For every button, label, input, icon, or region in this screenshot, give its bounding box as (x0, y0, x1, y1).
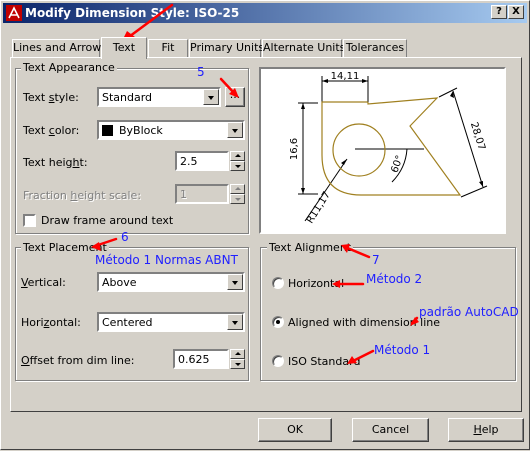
tab-lines-and-arrows[interactable]: Lines and Arrows (12, 39, 107, 57)
text-style-label: Text style: (23, 91, 79, 104)
tab-text[interactable]: Text (101, 37, 147, 59)
chevron-down-icon (227, 122, 243, 138)
text-appearance-title: Text Appearance (21, 61, 117, 74)
annotation-metodo2: Método 2 (366, 272, 423, 286)
preview-drawing: 14,11 16,6 28,07 60° R11,17 (289, 71, 488, 226)
text-color-label: Text color: (23, 124, 80, 137)
radio-aligned-label: Aligned with dimension line (288, 316, 441, 329)
text-color-dropdown[interactable]: ByBlock (97, 120, 245, 140)
chevron-down-icon (227, 274, 243, 290)
radio-horizontal-label: Horizontal (288, 277, 345, 290)
dim-left-text: 16,6 (289, 138, 300, 160)
tab-fit[interactable]: Fit (148, 39, 188, 57)
draw-frame-checkbox[interactable] (23, 214, 36, 227)
radio-iso-label: ISO Standard (288, 355, 361, 368)
autocad-app-icon (6, 5, 22, 21)
annotation-5: 5 (197, 65, 205, 79)
offset-spinner[interactable]: 0.625 (173, 349, 245, 369)
text-style-browse-button[interactable]: ... (225, 87, 245, 107)
annotation-metodo1: Método 1 (374, 343, 431, 357)
color-swatch (102, 125, 113, 136)
spin-down-icon[interactable] (230, 359, 245, 369)
spin-up-icon (230, 184, 245, 194)
radio-selected-dot (276, 320, 280, 324)
text-style-dropdown[interactable]: Standard (97, 87, 221, 107)
chevron-down-icon (227, 314, 243, 330)
spin-down-icon (230, 194, 245, 204)
vertical-label: Vertical: (21, 276, 66, 289)
annotation-6: 6 (121, 230, 129, 244)
chevron-down-icon (203, 89, 219, 105)
cancel-button[interactable]: Cancel (352, 418, 429, 442)
tab-primary-units[interactable]: Primary Units (189, 39, 264, 57)
ok-button[interactable]: OK (258, 418, 332, 442)
fraction-height-label: Fraction height scale: (23, 189, 142, 202)
help-title-button[interactable]: ? (491, 5, 507, 19)
annotation-7: 7 (372, 253, 380, 267)
dim-angle-text: 60° (389, 154, 405, 174)
annotation-padrao-autocad: padrão AutoCAD (419, 305, 519, 319)
close-title-button[interactable]: X (508, 5, 524, 19)
spin-up-icon[interactable] (230, 151, 245, 161)
radio-iso[interactable] (272, 355, 284, 367)
draw-frame-label: Draw frame around text (41, 214, 174, 227)
window-title: Modify Dimension Style: ISO-25 (25, 6, 240, 20)
radio-horizontal[interactable] (272, 277, 284, 289)
spin-down-icon[interactable] (230, 161, 245, 171)
text-alignment-title: Text Alignment (267, 241, 354, 254)
tab-alternate-units[interactable]: Alternate Units (262, 39, 345, 57)
help-button[interactable]: Help (448, 418, 524, 442)
text-height-label: Text height: (23, 156, 88, 169)
title-bar[interactable]: Modify Dimension Style: ISO-25 ? X (3, 3, 527, 23)
tab-tolerances[interactable]: Tolerances (343, 39, 407, 57)
dialog-window: Modify Dimension Style: ISO-25 ? X Lines… (0, 0, 530, 450)
dimension-preview: 14,11 16,6 28,07 60° R11,17 (259, 67, 506, 234)
fraction-height-spinner[interactable]: 1 (175, 184, 245, 204)
horizontal-dropdown[interactable]: Centered (97, 312, 245, 332)
vertical-dropdown[interactable]: Above (97, 272, 245, 292)
annotation-metodo1-abnt: Método 1 Normas ABNT (95, 253, 238, 267)
spin-up-icon[interactable] (230, 349, 245, 359)
text-height-spinner[interactable]: 2.5 (175, 151, 245, 171)
radio-aligned[interactable] (272, 316, 284, 328)
dim-radius-text: R11,17 (305, 190, 333, 226)
dim-top-text: 14,11 (331, 71, 360, 82)
horizontal-label: Horizontal: (21, 316, 81, 329)
offset-label: Offset from dim line: (21, 354, 135, 367)
